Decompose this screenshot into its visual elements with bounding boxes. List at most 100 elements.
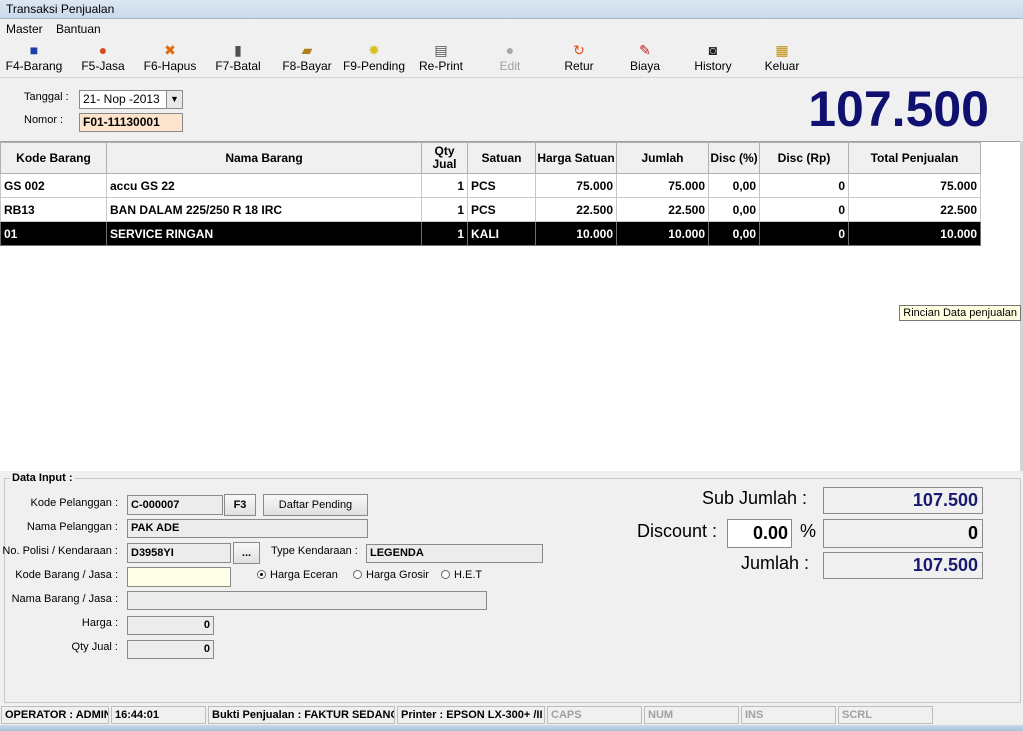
chevron-down-icon[interactable]: ▼ (166, 91, 182, 108)
toolbar-button-label: F9-Pending (342, 59, 406, 73)
table-cell: 01 (0, 221, 107, 246)
toolbar-button-label: Retur (564, 59, 594, 73)
sales-table: Kode Barang Nama Barang Qty Jual Satuan Harg… (0, 142, 981, 246)
browse-kendaraan-button[interactable]: ... (233, 542, 260, 564)
table-row[interactable]: RB13 BAN DALAM 225/250 R 18 IRC 1 PCS 22.500… (0, 197, 981, 222)
table-header-row: Kode Barang Nama Barang Qty Jual Satuan Harg… (0, 142, 981, 174)
f3-button[interactable]: F3 (224, 494, 256, 516)
het-label: H.E.T (454, 569, 483, 581)
table-cell: PCS (467, 173, 536, 198)
toolbar-button-history[interactable]: ◙ History (691, 40, 735, 76)
table-row[interactable]: GS 002 accu GS 22 1 PCS 75.000 75.000 0,00 0 75.… (0, 173, 981, 198)
table-cell: RB13 (0, 197, 107, 222)
column-header[interactable]: Harga Satuan (535, 142, 617, 174)
table-row[interactable]: 01 SERVICE RINGAN 1 KALI 10.000 10.000 0,00 0 10… (0, 221, 981, 246)
type-kendaraan-field[interactable]: LEGENDA (366, 544, 543, 563)
harga-grosir-radio[interactable]: Harga Grosir (353, 569, 429, 581)
status-num: NUM (644, 706, 739, 724)
toolbar-button-f8-bayar[interactable]: ▰ F8-Bayar (281, 40, 333, 76)
table-cell: 10.000 (616, 221, 709, 246)
column-header[interactable]: Disc (%) (708, 142, 760, 174)
toolbar-button-keluar[interactable]: ▦ Keluar (762, 40, 802, 76)
toolbar-button-edit[interactable]: ● Edit (495, 40, 525, 76)
column-header[interactable]: Nama Barang (106, 142, 422, 174)
toolbar-button-f5-jasa[interactable]: ● F5-Jasa (80, 40, 126, 76)
polisi-field[interactable]: D3958YI (127, 543, 231, 563)
menu-bantuan[interactable]: Bantuan (56, 22, 101, 36)
kode-barang-label: Kode Barang / Jasa : (15, 569, 118, 581)
sales-grid[interactable]: Kode Barang Nama Barang Qty Jual Satuan Harg… (0, 141, 1023, 471)
status-bukti: Bukti Penjualan : FAKTUR SEDANG (208, 706, 395, 724)
sub-jumlah-value: 107.500 (823, 487, 983, 514)
table-cell: 0 (759, 173, 849, 198)
status-operator: OPERATOR : ADMIN (1, 706, 109, 724)
title-bar: Transaksi Penjualan (0, 0, 1023, 19)
refresh-icon: ↻ (573, 42, 585, 58)
apple-icon: ● (98, 42, 108, 58)
toolbar-button-label: Keluar (764, 59, 800, 73)
toolbar-button-label: History (694, 59, 732, 73)
column-header[interactable]: Qty Jual (421, 142, 468, 174)
table-cell: 1 (421, 197, 468, 222)
table-cell: 22.500 (848, 197, 981, 222)
toolbar-button-f9-pending[interactable]: ✹ F9-Pending (341, 40, 407, 76)
nama-barang-label: Nama Barang / Jasa : (11, 593, 118, 605)
toolbar-button-label: F4-Barang (5, 59, 63, 73)
toolbar-button-f7-batal[interactable]: ▮ F7-Batal (213, 40, 263, 76)
qty-jual-field[interactable]: 0 (127, 640, 214, 659)
harga-field[interactable]: 0 (127, 616, 214, 635)
box-icon: ■ (29, 42, 39, 58)
polisi-label: No. Polisi / Kendaraan : (2, 545, 118, 557)
toolbar-button-label: Edit (499, 59, 521, 73)
column-header[interactable]: Total Penjualan (848, 142, 981, 174)
table-cell: 0 (759, 197, 849, 222)
harga-eceran-label: Harga Eceran (270, 569, 338, 581)
delete-icon: ✖ (164, 42, 176, 58)
toolbar-button-retur[interactable]: ↻ Retur (561, 40, 597, 76)
harga-eceran-radio[interactable]: Harga Eceran (257, 569, 338, 581)
status-ins: INS (741, 706, 836, 724)
column-header[interactable]: Satuan (467, 142, 536, 174)
table-cell: 75.000 (616, 173, 709, 198)
tanggal-label: Tanggal : (24, 91, 69, 103)
kode-pelanggan-field[interactable]: C-000007 (127, 495, 223, 515)
table-cell: GS 002 (0, 173, 107, 198)
tanggal-date-picker[interactable]: 21- Nop -2013 ▼ (79, 90, 183, 109)
data-input-title: Data Input : (10, 472, 75, 484)
toolbar: ■ F4-Barang ● F5-Jasa ✖ F6-Hapus ▮ F7-Batal ▰ F8-… (0, 38, 1023, 78)
nama-pelanggan-label: Nama Pelanggan : (26, 521, 118, 533)
column-header[interactable]: Disc (Rp) (759, 142, 849, 174)
grand-total-display: 107.500 (808, 81, 989, 137)
table-cell: KALI (467, 221, 536, 246)
exit-icon: ▦ (775, 42, 789, 58)
nama-pelanggan-field[interactable]: PAK ADE (127, 519, 368, 538)
nomor-label: Nomor : (24, 114, 64, 126)
toolbar-button-label: F7-Batal (215, 59, 261, 73)
table-cell: 22.500 (535, 197, 617, 222)
table-cell: 75.000 (535, 173, 617, 198)
het-radio[interactable]: H.E.T (441, 569, 482, 581)
discount-label: Discount : (637, 521, 718, 541)
toolbar-button-label: Re-Print (418, 59, 463, 73)
tooltip: Rincian Data penjualan (899, 305, 1021, 321)
harga-label: Harga : (81, 617, 118, 629)
discount-percent-input[interactable]: 0.00 (727, 519, 792, 548)
qty-jual-label: Qty Jual : (71, 641, 118, 653)
menu-master[interactable]: Master (6, 22, 43, 36)
harga-grosir-label: Harga Grosir (366, 569, 429, 581)
table-cell: 10.000 (535, 221, 617, 246)
toolbar-button-f4-barang[interactable]: ■ F4-Barang (5, 40, 63, 76)
radio-empty-icon (353, 570, 362, 579)
kode-barang-input[interactable] (127, 567, 231, 587)
toolbar-button-f6-hapus[interactable]: ✖ F6-Hapus (141, 40, 199, 76)
percent-sign: % (800, 521, 817, 541)
nama-barang-field[interactable] (127, 591, 487, 610)
toolbar-button-biaya[interactable]: ✎ Biaya (627, 40, 663, 76)
column-header[interactable]: Kode Barang (0, 142, 107, 174)
toolbar-button-re-print[interactable]: ▤ Re-Print (416, 40, 466, 76)
table-cell: 0,00 (708, 173, 760, 198)
table-cell: 75.000 (848, 173, 981, 198)
column-header[interactable]: Jumlah (616, 142, 709, 174)
edit-icon: ● (505, 42, 515, 58)
daftar-pending-button[interactable]: Daftar Pending (263, 494, 368, 516)
